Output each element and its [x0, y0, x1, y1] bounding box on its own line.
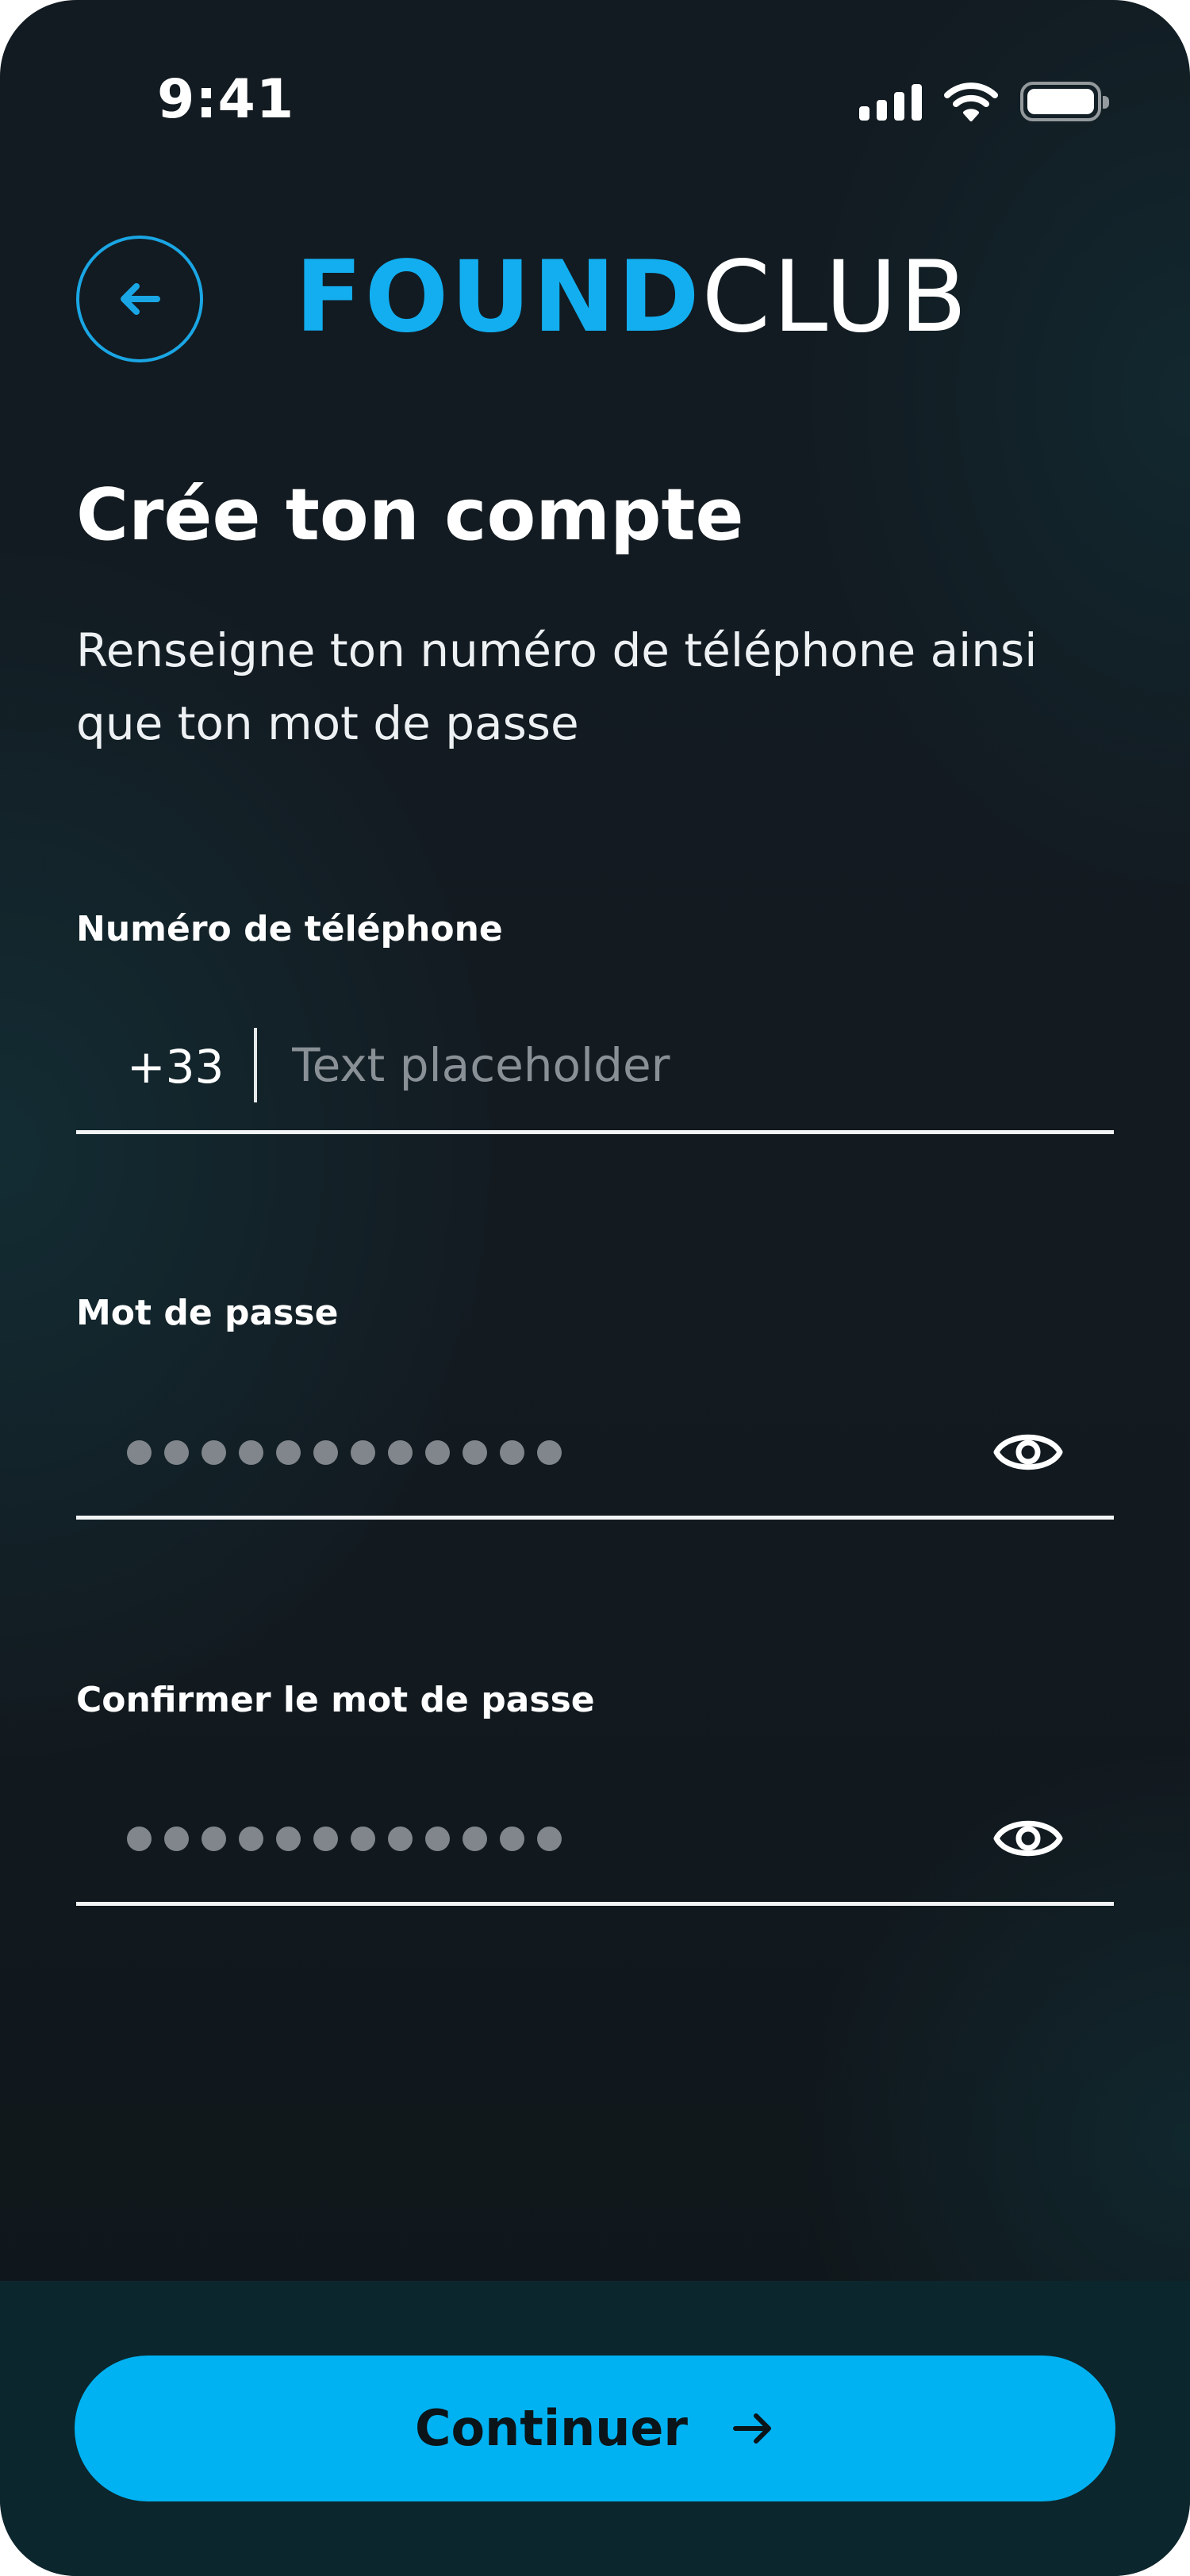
password-mask-dot — [313, 1439, 338, 1465]
country-code-prefix[interactable]: +33 — [127, 1039, 224, 1094]
logo-part-club: CLUB — [701, 240, 969, 355]
app-screen: 9:41 FOUND CLUB Crée ton compte Renseigne… — [0, 0, 1190, 2576]
logo: FOUND CLUB — [295, 238, 969, 357]
password-mask-dot — [351, 1439, 375, 1465]
prefix-divider — [254, 1028, 257, 1102]
confirm-password-label: Confirmer le mot de passe — [76, 1680, 595, 1720]
password-mask-dot — [239, 1826, 263, 1851]
phone-input[interactable] — [292, 1029, 1085, 1101]
password-label: Mot de passe — [76, 1293, 339, 1333]
password-mask-dot — [463, 1826, 487, 1851]
continue-button[interactable]: Continuer — [75, 2356, 1115, 2501]
arrow-left-icon — [121, 283, 160, 315]
continue-label: Continuer — [414, 2399, 689, 2457]
password-mask-dot — [388, 1826, 413, 1851]
confirm-password-field — [76, 1771, 1114, 1906]
page-subtitle: Renseigne ton numéro de téléphone ainsi … — [76, 623, 1038, 750]
password-mask-dot — [500, 1826, 524, 1851]
password-input[interactable] — [127, 1426, 562, 1478]
password-mask-dot — [239, 1439, 263, 1465]
show-confirm-password-button[interactable] — [990, 1803, 1066, 1874]
page-title: Crée ton compte — [76, 473, 744, 557]
password-mask-dot — [425, 1439, 450, 1465]
password-mask-dot — [500, 1439, 524, 1465]
password-mask-dot — [537, 1826, 562, 1851]
status-icons — [859, 79, 1109, 124]
phone-label: Numéro de téléphone — [76, 909, 503, 949]
status-time: 9:41 — [157, 68, 295, 131]
password-mask-dot — [202, 1439, 226, 1465]
back-button[interactable] — [76, 236, 203, 362]
confirm-password-input[interactable] — [127, 1812, 562, 1865]
eye-icon — [993, 1820, 1063, 1857]
logo-part-found: FOUND — [295, 240, 702, 355]
battery-icon — [1020, 82, 1109, 121]
password-mask-dot — [537, 1439, 562, 1465]
password-mask-dot — [276, 1826, 301, 1851]
wifi-icon — [944, 82, 998, 121]
password-mask-dot — [313, 1826, 338, 1851]
arrow-right-icon — [733, 2413, 772, 2444]
password-mask-dot — [425, 1826, 450, 1851]
password-mask-dot — [388, 1439, 413, 1465]
eye-icon — [993, 1434, 1063, 1470]
password-mask-dot — [164, 1826, 189, 1851]
password-mask-dot — [276, 1439, 301, 1465]
password-mask-dot — [127, 1439, 152, 1465]
password-mask-dot — [164, 1439, 189, 1465]
password-mask-dot — [127, 1826, 152, 1851]
show-password-button[interactable] — [990, 1416, 1066, 1488]
password-mask-dot — [463, 1439, 487, 1465]
password-field — [76, 1385, 1114, 1520]
phone-field: +33 — [76, 999, 1114, 1134]
cellular-signal-icon — [859, 82, 922, 121]
password-mask-dot — [202, 1826, 226, 1851]
password-mask-dot — [351, 1826, 375, 1851]
